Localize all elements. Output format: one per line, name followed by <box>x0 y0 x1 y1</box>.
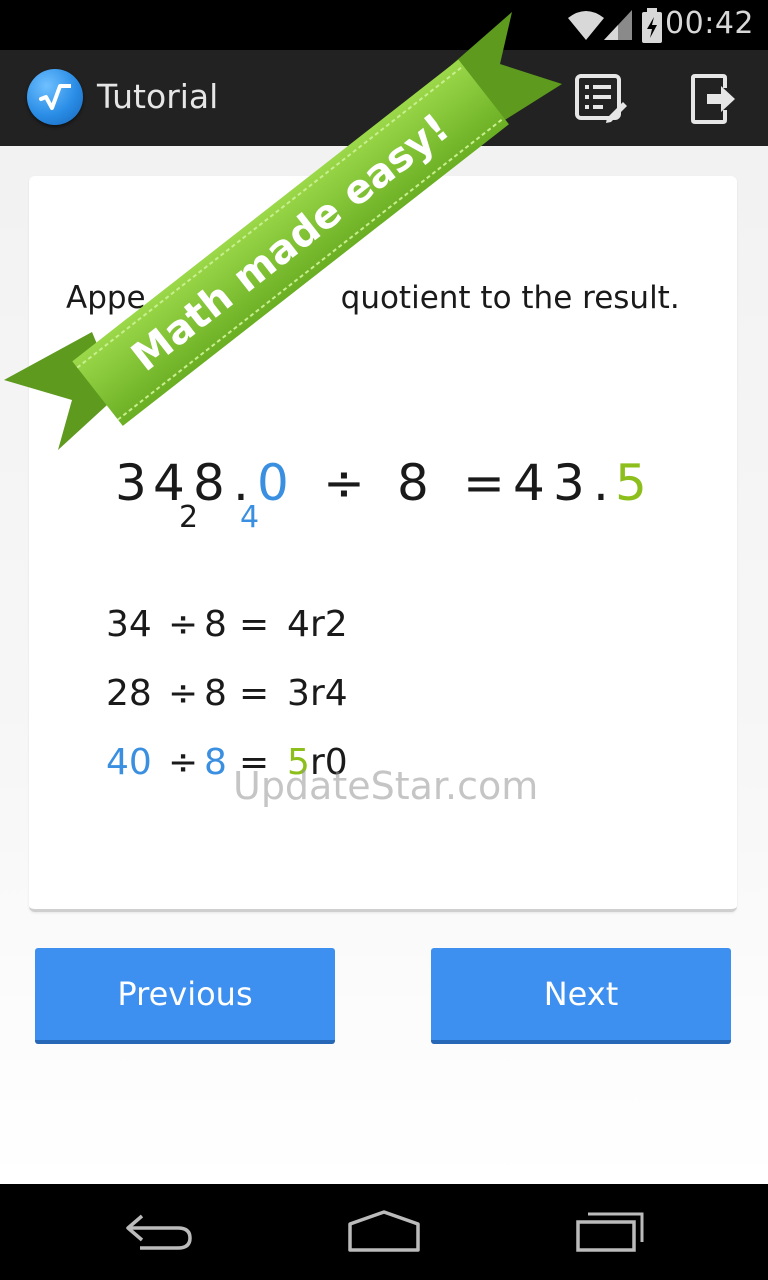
tutorial-content: Appe quotient to the result. 3 4 2 8 . 4 … <box>0 146 768 1184</box>
back-icon[interactable] <box>120 1208 196 1256</box>
notes-icon[interactable] <box>573 72 627 126</box>
equation-digit: 0 <box>257 454 289 512</box>
recent-apps-icon[interactable] <box>572 1208 648 1256</box>
instruction-text: Appe quotient to the result. <box>66 280 680 316</box>
battery-icon <box>642 8 662 43</box>
signal-icon <box>604 10 632 40</box>
divide-sign: ÷ <box>323 454 365 512</box>
app-title: Tutorial <box>97 77 219 116</box>
action-bar: Tutorial <box>0 50 768 146</box>
result-digit: 5 <box>615 454 647 512</box>
next-button[interactable]: Next <box>431 948 731 1044</box>
divisor: 8 <box>397 454 429 512</box>
wifi-icon <box>568 11 604 40</box>
equation-digit: 3 <box>115 454 147 512</box>
previous-button[interactable]: Previous <box>35 948 335 1044</box>
watermark: UpdateStar.com <box>233 764 539 808</box>
result-digit: 4 <box>513 454 545 512</box>
home-icon[interactable] <box>344 1208 424 1256</box>
equals-sign: = <box>463 454 505 512</box>
equation-digit: 8 <box>193 454 225 512</box>
square-root-icon[interactable] <box>27 69 83 125</box>
decimal-point: . <box>593 454 609 512</box>
navigation-bar <box>0 1184 768 1280</box>
status-bar: 00:42 <box>0 0 768 50</box>
status-time: 00:42 <box>665 6 754 41</box>
exit-icon[interactable] <box>689 72 743 126</box>
result-digit: 3 <box>553 454 585 512</box>
